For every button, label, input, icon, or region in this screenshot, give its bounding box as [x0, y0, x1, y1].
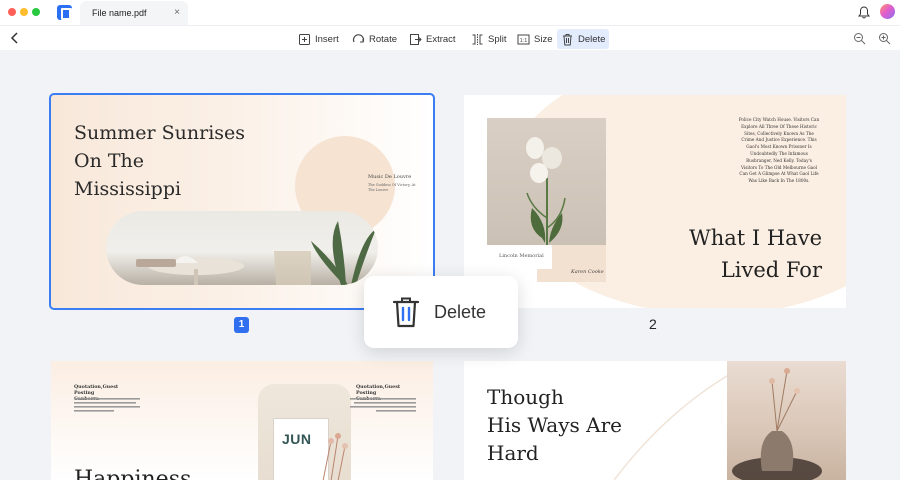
window-maximize-button[interactable] [32, 8, 40, 16]
calendar-month: JUN [282, 431, 312, 447]
trash-icon [392, 297, 420, 328]
page-3-left-body [74, 398, 144, 422]
split-label: Split [488, 33, 507, 45]
page-3-title: Happiness [74, 467, 192, 480]
page-2-author: Karen Cooke [571, 269, 604, 275]
size-button[interactable]: 1:1 Size [513, 29, 556, 49]
delete-button[interactable]: Delete [557, 29, 610, 49]
extract-label: Extract [426, 33, 456, 45]
size-icon: 1:1 [517, 34, 530, 44]
title-bar: File name.pdf × [0, 0, 900, 25]
insert-label: Insert [315, 33, 339, 45]
page-2-caption: Lincoln Memorial [499, 253, 544, 259]
page-number-badge-1: 1 [234, 317, 249, 333]
extract-icon [410, 33, 422, 45]
size-label: Size [534, 33, 553, 45]
page-1-photo [106, 211, 378, 285]
rotate-button[interactable]: Rotate [348, 29, 401, 49]
split-button[interactable]: Split [467, 29, 510, 49]
extract-button[interactable]: Extract [405, 29, 460, 49]
svg-text:1:1: 1:1 [520, 38, 528, 44]
delete-popup-label: Delete [434, 301, 487, 322]
page-thumbnail-3[interactable]: Quotation,Guest Posting Canberra JUN Quo… [51, 361, 433, 480]
page-thumbnail-2[interactable]: Lincoln Memorial Karen Cooke Police City… [464, 95, 846, 308]
app-logo-icon [57, 5, 72, 20]
back-arrow-icon[interactable] [10, 31, 20, 45]
document-tab[interactable]: File name.pdf × [80, 1, 188, 25]
page-1-title: Summer Sunrises On The Mississippi [74, 122, 246, 200]
insert-button[interactable]: Insert [294, 29, 343, 49]
zoom-out-icon[interactable] [853, 32, 866, 45]
avatar[interactable] [880, 4, 895, 19]
bell-icon[interactable] [858, 6, 870, 19]
window-minimize-button[interactable] [20, 8, 28, 16]
delete-label: Delete [578, 33, 606, 45]
page-thumbnail-4[interactable]: Though His Ways Are Hard [464, 361, 846, 480]
page-2-title: What I Have Lived For [689, 226, 822, 282]
rotate-icon [352, 33, 365, 42]
dried-flowers-illustration [322, 433, 348, 480]
split-icon [472, 33, 483, 45]
tab-close-icon[interactable]: × [174, 7, 180, 18]
delete-popup[interactable]: Delete [364, 276, 518, 348]
page-4-title: Though His Ways Are Hard [487, 385, 622, 465]
page-2-body: Police City Watch House. Visitors Can Ex… [738, 117, 820, 184]
toolbar: Insert Rotate Extract Split 1:1 Size Del… [0, 25, 900, 50]
page-1-small-body: The Goddess Of Victory, At The Louvre [368, 183, 416, 192]
insert-icon [299, 33, 310, 45]
page-1-small-title: Music De Louvre [368, 174, 412, 180]
page-number-2: 2 [649, 316, 657, 332]
page-4-photo [727, 361, 846, 480]
trash-icon [563, 33, 572, 45]
page-3-right-body [346, 398, 416, 422]
rotate-label: Rotate [369, 33, 397, 45]
window-close-button[interactable] [8, 8, 16, 16]
zoom-in-icon[interactable] [878, 32, 891, 45]
tab-title: File name.pdf [92, 8, 147, 18]
